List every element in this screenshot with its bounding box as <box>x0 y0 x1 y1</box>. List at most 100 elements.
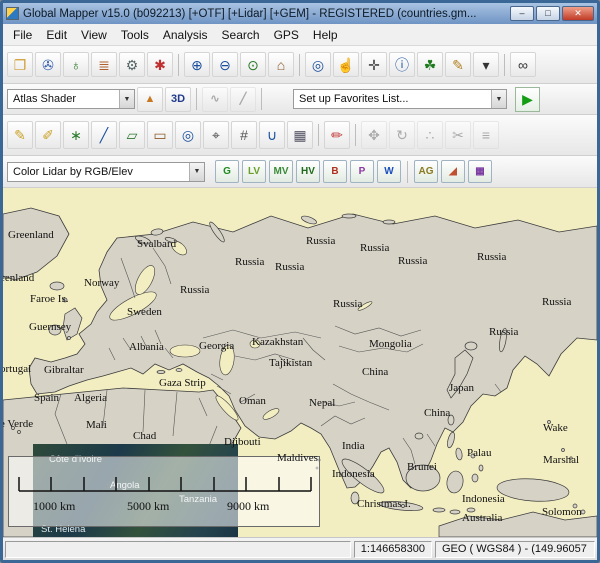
favorites-combo[interactable]: Set up Favorites List... ▼ <box>293 89 507 109</box>
menu-analysis[interactable]: Analysis <box>156 26 215 44</box>
palm-tree-icon[interactable]: ☘ <box>417 52 443 77</box>
map-label: Russia <box>306 235 335 247</box>
lidar-ag-button[interactable]: AG <box>414 160 438 183</box>
feature-info-icon[interactable]: ⓘ <box>389 52 415 77</box>
maximize-button[interactable]: □ <box>536 6 560 21</box>
menu-search[interactable]: Search <box>215 26 267 44</box>
map-label: Indonesia <box>332 468 375 480</box>
map-label: Oman <box>239 395 266 407</box>
map-label: Russia <box>360 242 389 254</box>
lidar-low-veg-button[interactable]: LV <box>242 160 266 183</box>
create-area-icon[interactable]: ▱ <box>119 121 145 149</box>
toolbar-separator <box>318 124 319 146</box>
status-bar: 1:146658300 GEO ( WGS84 ) - (149.96057 <box>3 537 597 560</box>
full-view-icon[interactable]: ⌂ <box>268 52 294 77</box>
create-grid-icon[interactable]: ▦ <box>287 121 313 149</box>
shader-options-icon[interactable]: ▲ <box>137 87 163 112</box>
chevron-down-icon[interactable]: ▼ <box>189 163 204 181</box>
map-label: Japan <box>449 382 474 394</box>
coordinates-cell: GEO ( WGS84 ) - (149.96057 <box>435 541 595 558</box>
create-point-icon[interactable]: ∗ <box>63 121 89 149</box>
path-profile-icon[interactable]: ∿ <box>202 87 228 112</box>
map-label: Norway <box>84 277 119 289</box>
minimize-button[interactable]: – <box>510 6 534 21</box>
map-label: Russia <box>542 296 571 308</box>
zoom-out-icon[interactable]: ⊖ <box>212 52 238 77</box>
map-label: Gibraltar <box>44 364 84 376</box>
map-label: Indonesia <box>462 493 505 505</box>
map-label: Nepal <box>309 397 335 409</box>
lidar-color-combo[interactable]: Color Lidar by RGB/Elev ▼ <box>7 162 205 182</box>
create-range-rings-icon[interactable]: ◎ <box>175 121 201 149</box>
menu-gps[interactable]: GPS <box>267 26 306 44</box>
control-center-icon[interactable]: ≣ <box>91 52 117 77</box>
attribute-code-icon[interactable]: # <box>231 121 257 149</box>
digitizer-pencil-icon[interactable]: ✎ <box>445 52 471 77</box>
country-labels-layer: GreenlandSvalbardRussiaRussiaRussiaRussi… <box>3 188 597 537</box>
viewer-toolbar: Atlas Shader ▼ ▲3D ∿╱ Set up Favorites Li… <box>3 84 597 115</box>
edit-features-icon[interactable]: ✐ <box>35 121 61 149</box>
map-label: Christmas I. <box>357 498 411 510</box>
zoom-tool-icon[interactable]: ◎ <box>305 52 331 77</box>
file-toolbar: ❐✇♁≣⚙✱ ⊕⊖⊙⌂ ◎☝✛ⓘ☘✎▾ ∞ <box>3 46 597 84</box>
lidar-toolbar: Color Lidar by RGB/Elev ▼ GLVMVHVBPW AG◢▦ <box>3 156 597 188</box>
tool-dropdown-icon[interactable]: ▾ <box>473 52 499 77</box>
map-label: Albania <box>129 341 164 353</box>
map-layout-icon[interactable]: ✱ <box>147 52 173 77</box>
erase-feature-icon[interactable]: ✏ <box>324 121 350 149</box>
save-icon[interactable]: ✇ <box>35 52 61 77</box>
open-file-icon[interactable]: ❐ <box>7 52 33 77</box>
create-rectangle-icon[interactable]: ▭ <box>147 121 173 149</box>
lidar-water-button[interactable]: W <box>377 160 401 183</box>
lidar-building-button[interactable]: B <box>323 160 347 183</box>
close-button[interactable]: ✕ <box>562 6 594 21</box>
rotate-feature-icon[interactable]: ↻ <box>389 121 415 149</box>
lidar-slope-icon[interactable]: ◢ <box>441 160 465 183</box>
create-line-icon[interactable]: ╱ <box>91 121 117 149</box>
configuration-icon[interactable]: ⚙ <box>119 52 145 77</box>
menu-tools[interactable]: Tools <box>114 26 156 44</box>
title-bar[interactable]: Global Mapper v15.0 (b092213) [+OTF] [+L… <box>3 3 597 24</box>
measure-feature-icon[interactable]: ≡ <box>473 121 499 149</box>
chevron-down-icon[interactable]: ▼ <box>491 90 506 108</box>
menu-help[interactable]: Help <box>306 26 345 44</box>
apply-favorite-button[interactable]: ▶ <box>515 87 540 112</box>
online-data-icon[interactable]: ♁ <box>63 52 89 77</box>
map-label: Spain <box>34 392 59 404</box>
map-label: Russia <box>477 251 506 263</box>
create-coordinate-icon[interactable]: ⌖ <box>203 121 229 149</box>
map-label: ortugal <box>3 363 31 375</box>
map-label: Russia <box>235 256 264 268</box>
move-feature-icon[interactable]: ✥ <box>361 121 387 149</box>
lidar-high-veg-button[interactable]: HV <box>296 160 320 183</box>
digitizer-edit-icon[interactable]: ✎ <box>7 121 33 149</box>
map-label: Faroe Is. <box>30 293 69 305</box>
lidar-class-group: GLVMVHVBPW AG◢▦ <box>215 160 492 183</box>
map-label: Greenland <box>8 229 54 241</box>
split-feature-icon[interactable]: ✂ <box>445 121 471 149</box>
view-3d-icon[interactable]: 3D <box>165 87 191 112</box>
menu-view[interactable]: View <box>74 26 114 44</box>
menu-edit[interactable]: Edit <box>39 26 74 44</box>
lidar-powerline-button[interactable]: P <box>350 160 374 183</box>
menu-file[interactable]: File <box>6 26 39 44</box>
map-scale-cell: 1:146658300 <box>354 541 432 558</box>
map-label: Kazakhstan <box>252 336 303 348</box>
lidar-palette-icon[interactable]: ▦ <box>468 160 492 183</box>
lidar-med-veg-button[interactable]: MV <box>269 160 293 183</box>
combine-areas-icon[interactable]: ∪ <box>259 121 285 149</box>
status-message-cell <box>5 541 351 558</box>
lidar-ground-button[interactable]: G <box>215 160 239 183</box>
map-label: Algeria <box>74 392 107 404</box>
shader-combo[interactable]: Atlas Shader ▼ <box>7 89 135 109</box>
pan-hand-icon[interactable]: ☝ <box>333 52 359 77</box>
snap-vertex-icon[interactable]: ∴ <box>417 121 443 149</box>
line-of-sight-icon[interactable]: ╱ <box>230 87 256 112</box>
search-binoculars-icon[interactable]: ∞ <box>510 52 536 77</box>
zoom-selected-icon[interactable]: ⊙ <box>240 52 266 77</box>
zoom-in-icon[interactable]: ⊕ <box>184 52 210 77</box>
map-label: Australia <box>462 512 502 524</box>
chevron-down-icon[interactable]: ▼ <box>119 90 134 108</box>
map-view[interactable]: Côte d'IvoireAngolaTanzaniaSt. Helena 10… <box>3 188 597 537</box>
measure-tool-icon[interactable]: ✛ <box>361 52 387 77</box>
